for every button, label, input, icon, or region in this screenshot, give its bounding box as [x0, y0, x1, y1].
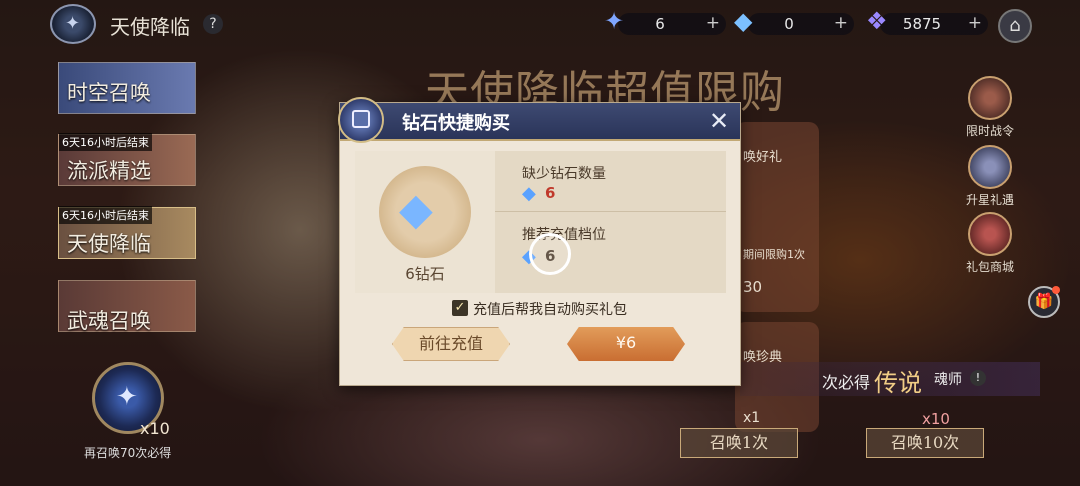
sidebar-item-star-gift[interactable]: 升星礼遇 [955, 145, 1025, 208]
add-icon[interactable]: + [968, 13, 982, 33]
offer-card-gift[interactable]: 唤好礼 期间限购1次 30 [735, 122, 819, 312]
go-recharge-button[interactable]: 前往充值 [392, 327, 510, 361]
close-icon[interactable]: ✕ [706, 109, 732, 135]
dialog-header: 钻石快捷购买 ✕ [338, 97, 740, 143]
pity-counter-text: 再召唤70次必得 [84, 446, 172, 460]
resource-value: 0 [784, 15, 794, 33]
summon-once-button[interactable]: 召唤1次 [680, 428, 798, 458]
dialog-body: ◆ 6钻石 缺少钻石数量 ◆ 6 推荐充值档位 ◆ 6 [355, 151, 726, 293]
missing-diamonds-label: 缺少钻石数量 [522, 166, 606, 182]
offer-card-limit: 期间限购1次 [743, 248, 805, 261]
menu-item-label: 武魂召唤 [67, 309, 151, 333]
offer-card-count: x1 [743, 410, 761, 426]
summon-ten-button[interactable]: 召唤10次 [866, 428, 984, 458]
sidebar-item-label: 升星礼遇 [965, 193, 1014, 207]
touch-cursor-indicator [529, 233, 571, 275]
offer-card-price: 30 [743, 278, 763, 296]
legend-prefix: 次必得 [822, 373, 871, 392]
home-icon[interactable]: ⌂ [998, 9, 1032, 43]
star-icon: ✦ [116, 382, 138, 412]
sidebar-item-battle-pass[interactable]: 限时战令 [955, 76, 1025, 139]
auto-buy-label[interactable]: 充值后帮我自动购买礼包 [473, 299, 627, 319]
back-emblem-icon[interactable] [50, 4, 96, 44]
battle-pass-icon [968, 76, 1012, 120]
menu-item-timer: 6天16小时后结束 [59, 133, 152, 151]
page-title: 天使降临 [110, 15, 190, 39]
summon-multiplier: x10 [140, 419, 170, 438]
star-gift-icon [968, 145, 1012, 189]
buy-button[interactable]: ¥6 [567, 327, 685, 361]
resource-value: 5875 [902, 15, 942, 33]
missing-diamonds-value: 6 [545, 184, 556, 202]
diamond-quick-buy-dialog: 钻石快捷购买 ✕ ◆ 6钻石 缺少钻石数量 ◆ 6 推荐充值档位 ◆ 6 ✓ 充… [338, 97, 741, 386]
menu-item-time-summon[interactable]: 时空召唤 [58, 62, 196, 114]
legend-suffix: 魂师 [934, 372, 962, 388]
sidebar-item-label: 礼包商城 [965, 260, 1014, 274]
menu-item-angel-descend[interactable]: 6天16小时后结束 天使降临 [58, 206, 196, 259]
sidebar-item-label: 限时战令 [965, 124, 1014, 138]
gem-preview: ◆ 6钻石 [355, 151, 495, 293]
legend-guarantee-strip: 次必得 传说 魂师 ! [740, 362, 1040, 397]
gem-amount-label: 6钻石 [405, 265, 445, 283]
gem-circle: ◆ [379, 166, 471, 258]
menu-item-school-select[interactable]: 6天16小时后结束 流派精选 [58, 133, 196, 186]
legend-highlight: 传说 [874, 369, 922, 397]
resource-soul-crystal[interactable]: ❖ 5875 + [866, 7, 988, 35]
add-icon[interactable]: + [706, 13, 720, 33]
gift-shop-icon [968, 212, 1012, 256]
resource-diamond[interactable]: ◆ 0 + [734, 7, 854, 35]
diamond-icon: ◆ [399, 184, 433, 235]
info-icon[interactable]: ! [970, 370, 986, 386]
menu-item-label: 时空召唤 [67, 81, 151, 105]
sidebar-item-gift-shop[interactable]: 礼包商城 [955, 212, 1025, 275]
missing-diamonds-row: 缺少钻石数量 ◆ 6 [495, 151, 726, 209]
offer-card-title: 唤好礼 [743, 150, 783, 165]
add-icon[interactable]: + [834, 13, 848, 33]
dialog-title: 钻石快捷购买 [402, 113, 510, 134]
notification-dot [1052, 286, 1060, 294]
menu-item-label: 天使降临 [67, 232, 151, 256]
resource-value: 6 [655, 15, 665, 33]
help-icon[interactable]: ? [203, 14, 223, 34]
menu-item-spirit-summon[interactable]: 武魂召唤 [58, 280, 196, 333]
resource-star-crystal[interactable]: ✦ 6 + [604, 7, 726, 35]
shop-emblem-icon [338, 97, 384, 143]
top-bar: 天使降临 ? ✦ 6 + ◆ 0 + ❖ 5875 + ⌂ [0, 0, 1080, 50]
diamond-icon: ◆ [522, 183, 536, 204]
auto-buy-checkbox[interactable]: ✓ [452, 300, 468, 316]
menu-item-label: 流派精选 [67, 159, 151, 183]
summon-ten-count: x10 [922, 410, 950, 428]
menu-item-timer: 6天16小时后结束 [59, 206, 152, 224]
